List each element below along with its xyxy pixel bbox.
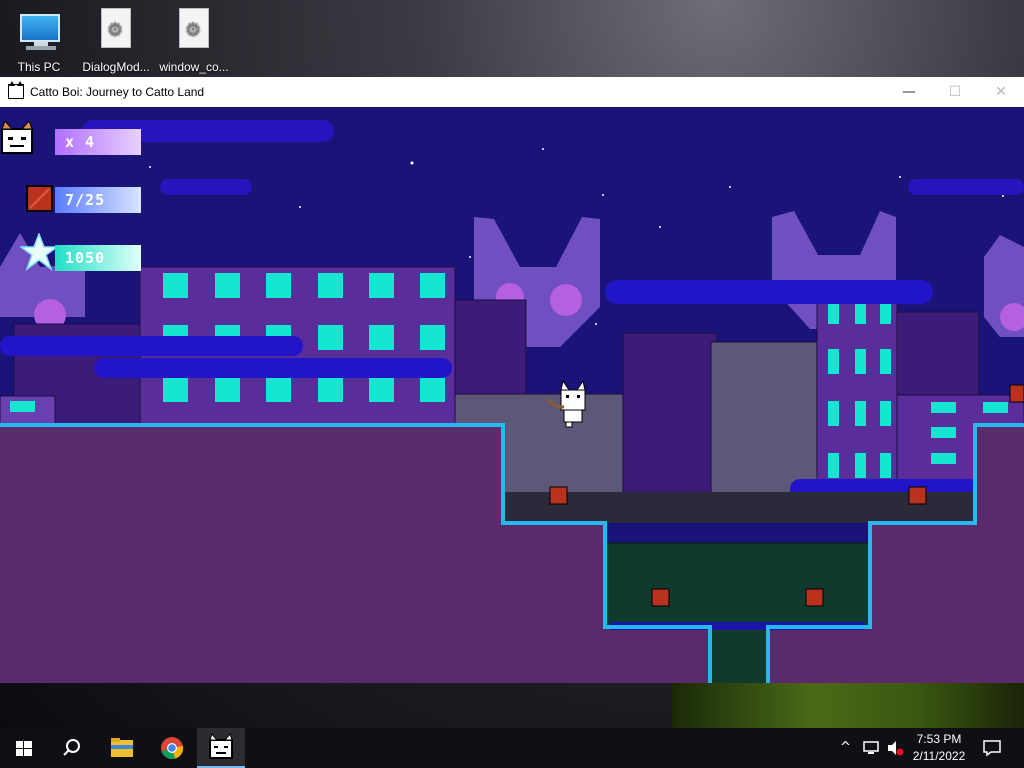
desktop-icon-window-config[interactable]: window_co... [155,8,233,74]
cat-lives-icon [1,121,33,154]
settings-file-icon [97,8,135,54]
desktop-icon-label: DialogMod... [82,60,150,74]
crate [549,486,568,505]
crate [805,588,824,607]
windows-start-icon [16,741,32,756]
desktop-icon-dialogmod[interactable]: DialogMod... [77,8,155,74]
start-button[interactable] [0,728,48,768]
window-title: Catto Boi: Journey to Catto Land [30,85,205,99]
catto-game-icon [209,732,233,759]
chrome-icon [161,737,184,760]
taskbar-catto-game[interactable] [197,728,245,768]
clock-time: 7:53 PM [916,732,962,746]
star-score-icon [20,233,58,271]
crate [1009,384,1024,403]
search-icon [63,739,80,756]
notifications-icon[interactable] [982,739,1002,757]
taskbar: ^ 7:53 PM 2/11/2022 [0,728,1024,768]
wallpaper-grass [672,683,1024,728]
minimize-button[interactable]: — [886,77,932,107]
game-scene [0,107,1024,683]
settings-file-icon [175,8,213,54]
catto-app-icon [8,81,24,99]
clock-date: 2/11/2022 [912,749,966,763]
network-icon[interactable] [862,740,880,756]
show-hidden-icons-button[interactable]: ^ [840,728,851,768]
desktop-icon-label: window_co... [159,60,229,74]
game-window: Catto Boi: Journey to Catto Land — ☐ ✕ x… [0,77,1024,683]
desktop-icon-label: This PC [17,60,61,74]
crate-icon [26,185,53,212]
crate [651,588,670,607]
close-button[interactable]: ✕ [978,77,1024,107]
crates-counter: 7/25 [55,187,141,213]
game-canvas[interactable]: x 4 7/25 1050 [0,107,1024,683]
taskbar-file-explorer[interactable] [98,728,146,768]
taskbar-chrome[interactable] [148,728,196,768]
score-counter: 1050 [55,245,141,271]
taskbar-clock[interactable]: 7:53 PM 2/11/2022 [900,731,978,765]
file-explorer-icon [111,738,133,757]
computer-icon [20,8,60,54]
search-button[interactable] [48,728,96,768]
lives-counter: x 4 [55,129,141,155]
crate [908,486,927,505]
maximize-button[interactable]: ☐ [932,77,978,107]
desktop-icon-this-pc[interactable]: This PC [0,8,78,74]
window-titlebar[interactable]: Catto Boi: Journey to Catto Land — ☐ ✕ [0,77,1024,107]
